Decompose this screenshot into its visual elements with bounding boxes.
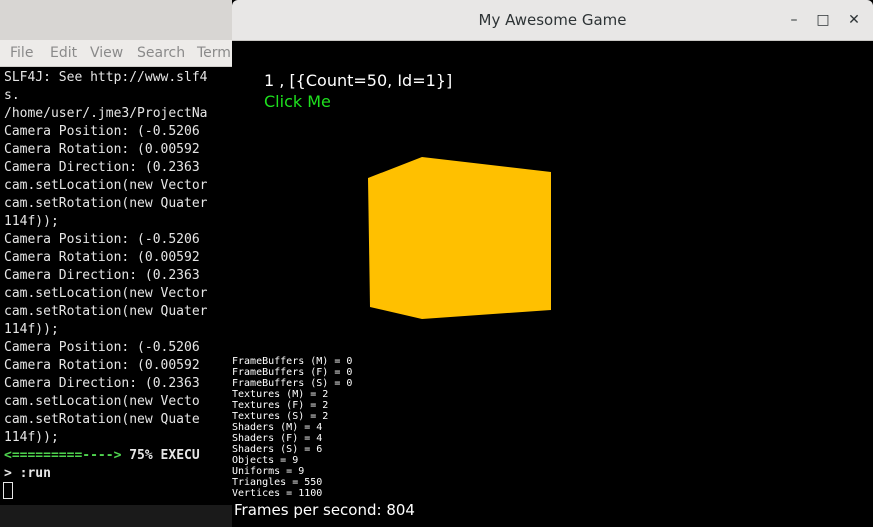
terminal-line: cam.setLocation(new Vector <box>4 286 208 301</box>
terminal-line: cam.setRotation(new Quater <box>4 304 208 319</box>
terminal-line: cam.setLocation(new Vecto <box>4 394 200 409</box>
stat-line: Vertices = 1100 <box>232 488 323 499</box>
stat-line: Shaders (F) = 4 <box>232 433 323 444</box>
menu-view[interactable]: View <box>90 45 123 61</box>
terminal-line: Camera Rotation: (0.00592 <box>4 142 200 157</box>
terminal-line: Camera Rotation: (0.00592 <box>4 250 200 265</box>
stat-line: FrameBuffers (F) = 0 <box>232 367 353 378</box>
game-canvas[interactable]: 1 , [{Count=50, Id=1}] Click Me FrameBuf… <box>232 41 873 527</box>
menu-terminal[interactable]: Termi <box>197 45 235 61</box>
terminal-line: Camera Rotation: (0.00592 <box>4 358 200 373</box>
terminal-line: cam.setLocation(new Vector <box>4 178 208 193</box>
progress-text: 75% EXECU <box>121 448 200 463</box>
terminal-line: Camera Position: (-0.5206 <box>4 340 200 355</box>
stat-line: Objects = 9 <box>232 455 299 466</box>
stat-line: FrameBuffers (S) = 0 <box>232 378 353 389</box>
stat-line: Shaders (M) = 4 <box>232 422 323 433</box>
progress-bar: <=========----> <box>4 448 122 463</box>
terminal-line: Camera Direction: (0.2363 <box>4 376 200 391</box>
stat-line: Textures (M) = 2 <box>232 389 329 400</box>
terminal-line: s. <box>4 88 20 103</box>
terminal-line: 114f)); <box>4 322 59 337</box>
stats-panel: FrameBuffers (M) = 0 FrameBuffers (F) = … <box>232 356 352 499</box>
cube-mesh[interactable] <box>368 157 551 319</box>
stat-line: Shaders (S) = 6 <box>232 444 323 455</box>
window-title: My Awesome Game <box>478 11 627 29</box>
terminal-prompt: > :run <box>4 466 51 481</box>
menu-search[interactable]: Search <box>137 45 185 61</box>
terminal-line: cam.setRotation(new Quater <box>4 196 208 211</box>
terminal-line: /home/user/.jme3/ProjectNa <box>4 106 208 121</box>
menu-file[interactable]: File <box>10 45 33 61</box>
terminal-line: Camera Direction: (0.2363 <box>4 268 200 283</box>
stat-line: Textures (S) = 2 <box>232 411 329 422</box>
stat-line: Textures (F) = 2 <box>232 400 329 411</box>
build-progress: <=========----> 75% EXECU <box>4 447 200 465</box>
terminal-line: Camera Direction: (0.2363 <box>4 160 200 175</box>
close-button[interactable]: ✕ <box>844 10 864 30</box>
stat-line: Triangles = 550 <box>232 477 323 488</box>
terminal-line: Camera Position: (-0.5206 <box>4 232 200 247</box>
maximize-button[interactable]: □ <box>813 10 833 30</box>
fps-counter: Frames per second: 804 <box>234 501 415 519</box>
game-window: My Awesome Game – □ ✕ 1 , [{Count=50, Id… <box>232 0 873 527</box>
terminal-line: 114f)); <box>4 214 59 229</box>
stat-line: Uniforms = 9 <box>232 466 305 477</box>
stat-line: FrameBuffers (M) = 0 <box>232 356 353 367</box>
terminal-line: Camera Position: (-0.5206 <box>4 124 200 139</box>
terminal-line: 114f)); <box>4 430 59 445</box>
terminal-line: cam.setRotation(new Quate <box>4 412 200 427</box>
game-titlebar[interactable]: My Awesome Game – □ ✕ <box>232 0 873 41</box>
terminal-cursor <box>3 482 13 499</box>
menu-edit[interactable]: Edit <box>50 45 77 61</box>
terminal-line: SLF4J: See http://www.slf4 <box>4 70 208 85</box>
minimize-button[interactable]: – <box>784 10 804 30</box>
